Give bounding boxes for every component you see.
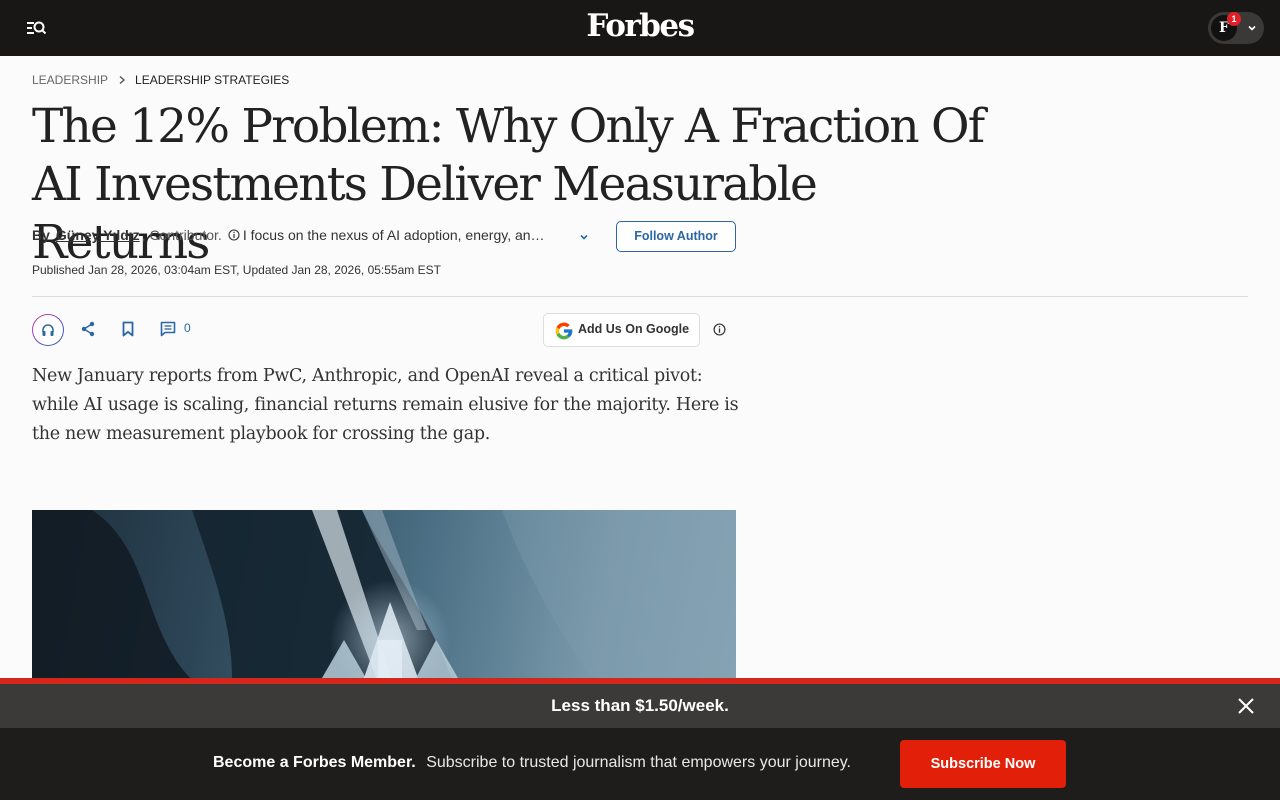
divider (32, 296, 1248, 297)
byline: By Güney Yıldız , Contributor. I focus o… (32, 227, 549, 243)
forbes-logo[interactable]: Forbes (0, 8, 1280, 44)
subscribe-now-button[interactable]: Subscribe Now (900, 740, 1066, 788)
breadcrumb-leadership[interactable]: LEADERSHIP (32, 73, 108, 87)
promo-description: Subscribe to trusted journalism that emp… (426, 754, 851, 771)
chevron-down-icon[interactable] (578, 231, 590, 243)
author-link[interactable]: Güney Yıldız (56, 227, 140, 243)
comment-icon[interactable] (160, 321, 176, 337)
author-role: , Contributor. (141, 227, 222, 243)
article-dek: New January reports from PwC, Anthropic,… (32, 366, 739, 444)
follow-author-button[interactable]: Follow Author (616, 221, 736, 252)
add-us-on-google-button[interactable]: Add Us On Google (543, 313, 700, 347)
hero-illustration (32, 510, 736, 680)
close-icon[interactable] (1236, 696, 1256, 716)
promo-price-headline: Less than $1.50/week. (551, 696, 729, 715)
by-label: By (32, 227, 50, 243)
add-us-on-google-label: Add Us On Google (578, 322, 690, 336)
hero-image (32, 510, 736, 680)
author-bio: I focus on the nexus of AI adoption, ene… (242, 227, 549, 243)
promo-lead: Become a Forbes Member. (213, 754, 416, 771)
chevron-down-icon (1248, 25, 1256, 31)
info-icon[interactable] (713, 323, 726, 336)
promo-banner: Less than $1.50/week. (0, 684, 1280, 728)
publish-timestamp: Published Jan 28, 2026, 03:04am EST, Upd… (32, 263, 441, 277)
breadcrumb: LEADERSHIP LEADERSHIP STRATEGIES (32, 73, 289, 87)
google-logo-icon (555, 322, 573, 340)
listen-button[interactable] (32, 314, 64, 346)
info-icon (228, 229, 240, 241)
comment-count[interactable]: 0 (184, 321, 191, 335)
notification-badge: 1 (1227, 12, 1241, 26)
account-menu-button[interactable]: F 1 (1208, 12, 1264, 44)
breadcrumb-leadership-strategies[interactable]: LEADERSHIP STRATEGIES (135, 73, 289, 87)
listen-button-inner (33, 315, 63, 345)
bookmark-icon[interactable] (121, 321, 135, 337)
page-title: The 12% Problem: Why Only A Fraction Of … (32, 99, 985, 270)
promo-subscribe-bar: Become a Forbes Member. Subscribe to tru… (0, 728, 1280, 800)
headphones-icon (42, 324, 54, 336)
promo-message: Become a Forbes Member. Subscribe to tru… (213, 754, 851, 772)
top-navbar: Forbes F 1 (0, 0, 1280, 56)
chevron-right-icon (119, 75, 126, 85)
share-icon[interactable] (80, 321, 96, 337)
